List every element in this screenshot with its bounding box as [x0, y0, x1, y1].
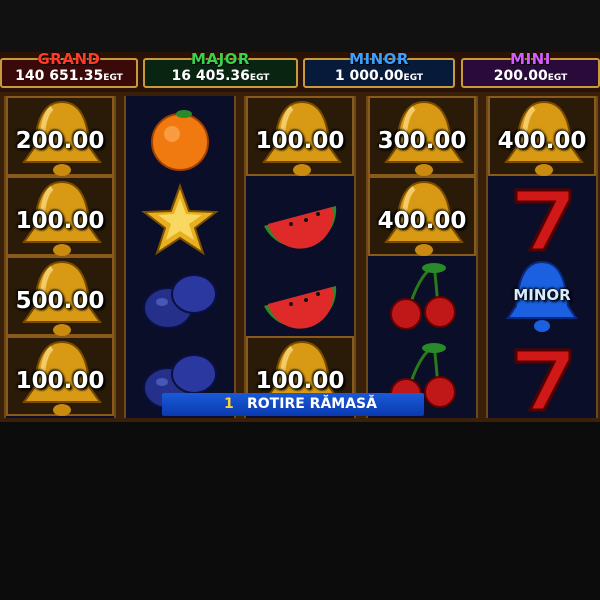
reel-3: 100.00 100.00: [244, 96, 356, 418]
game-screen: GRAND 140 651.35EGT MAJOR 16 405.36EGT M…: [0, 0, 600, 600]
jackpot-bar: GRAND 140 651.35EGT MAJOR 16 405.36EGT M…: [0, 50, 600, 92]
plum-symbol: [126, 256, 234, 336]
top-bar: [0, 0, 600, 52]
bottom-area: [0, 422, 600, 600]
egt-suffix: EGT: [103, 73, 123, 83]
spins-remaining-label: ROTIRE RĂMASĂ: [247, 396, 377, 412]
jackpot-minor-amount: 1 000.00EGT: [305, 68, 453, 84]
bell-symbol: 100.00: [6, 176, 114, 256]
reel-1: 200.00 100.00 500.00 100.00: [4, 96, 116, 418]
jackpot-grand-amount: 140 651.35EGT: [2, 68, 136, 84]
bell-value: 100.00: [255, 368, 345, 394]
jackpot-major-value: 16 405.36: [171, 68, 250, 84]
star-symbol: [126, 176, 234, 256]
reel-2: [124, 96, 236, 418]
bell-value: 400.00: [497, 128, 587, 154]
watermelon-icon: [264, 286, 337, 329]
free-spins-banner: 1 ROTIRE RĂMASĂ: [162, 393, 424, 416]
watermelon-symbol: [246, 256, 354, 336]
blue-bell-symbol: MINOR: [488, 256, 596, 336]
jackpot-mini-amount: 200.00EGT: [463, 68, 598, 84]
watermelon-icon: [264, 206, 337, 249]
egt-suffix: EGT: [547, 73, 568, 83]
reel-4: 300.00 400.00: [366, 96, 478, 418]
spins-remaining-count: 1: [224, 396, 234, 412]
orange-icon: [151, 110, 209, 171]
seven-symbol: [488, 336, 596, 416]
watermelon-symbol: [246, 176, 354, 256]
star-icon: [141, 183, 219, 256]
jackpot-minor-label: MINOR: [349, 50, 409, 68]
seven-icon: [514, 188, 572, 252]
seven-symbol: [488, 176, 596, 256]
bell-symbol: 300.00: [368, 96, 476, 176]
bell-value: 300.00: [377, 128, 467, 154]
cherry-icon: [390, 263, 456, 330]
bell-value: 100.00: [15, 368, 105, 394]
reel-area: 200.00 100.00 500.00 100.00 100.00 100.0…: [0, 92, 600, 422]
jackpot-minor-value: 1 000.00: [334, 68, 404, 84]
bell-value: 100.00: [255, 128, 345, 154]
plum-icon: [143, 274, 217, 329]
bell-value: 100.00: [15, 208, 105, 234]
jackpot-mini: MINI 200.00EGT: [461, 50, 600, 88]
bell-symbol: 500.00: [6, 256, 114, 336]
jackpot-mini-value: 200.00: [493, 68, 548, 84]
minor-bell-label: MINOR: [513, 286, 571, 304]
bell-value: 400.00: [377, 208, 467, 234]
seven-icon: [514, 348, 572, 412]
jackpot-major: MAJOR 16 405.36EGT: [143, 50, 298, 88]
jackpot-major-label: MAJOR: [191, 50, 250, 68]
bell-symbol: 400.00: [488, 96, 596, 176]
bell-value: 200.00: [15, 128, 105, 154]
orange-symbol: [126, 96, 234, 176]
bell-symbol: 200.00: [6, 96, 114, 176]
jackpot-major-amount: 16 405.36EGT: [145, 68, 296, 84]
bell-symbol: 400.00: [368, 176, 476, 256]
bell-symbol: 100.00: [6, 336, 114, 416]
jackpot-grand-label: GRAND: [37, 50, 101, 68]
jackpot-minor: MINOR 1 000.00EGT: [303, 50, 455, 88]
cherry-symbol: [368, 256, 476, 336]
egt-suffix: EGT: [249, 73, 270, 83]
reel-5: 400.00 MINOR: [486, 96, 598, 418]
jackpot-grand-value: 140 651.35: [15, 68, 104, 84]
bell-symbol: 100.00: [246, 96, 354, 176]
bell-value: 500.00: [15, 288, 105, 314]
jackpot-mini-label: MINI: [510, 50, 551, 68]
egt-suffix: EGT: [403, 73, 424, 83]
jackpot-grand: GRAND 140 651.35EGT: [0, 50, 138, 88]
